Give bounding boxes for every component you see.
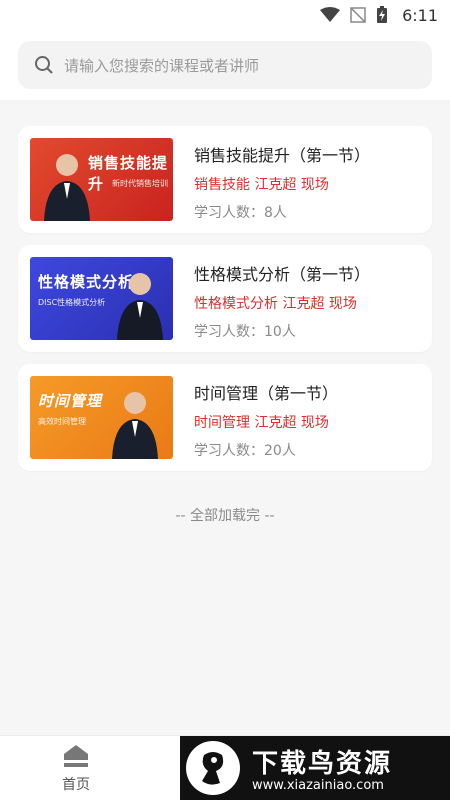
battery-charging-icon — [377, 6, 388, 23]
course-list: 销售技能提升 新时代销售培训 销售技能提升（第一节） 销售技能 江克超 现场 学… — [18, 126, 432, 483]
course-tags: 时间管理 江克超 现场 — [194, 415, 329, 431]
search-input[interactable]: 请输入您搜索的课程或者讲师 — [64, 55, 259, 76]
tab-home-label: 首页 — [62, 777, 90, 793]
instructor-image — [112, 392, 158, 459]
learner-count: 学习人数：10人 — [194, 324, 296, 340]
course-thumbnail: 性格模式分析 DISC性格模式分析 — [30, 257, 173, 340]
course-thumbnail: 时间管理 高效时间管理 — [30, 376, 173, 459]
course-tags: 销售技能 江克超 现场 — [194, 177, 329, 193]
header: 请输入您搜索的课程或者讲师 — [0, 30, 450, 100]
instructor-image — [44, 154, 90, 221]
thumbnail-title: 时间管理 — [38, 392, 103, 410]
learner-count: 学习人数：20人 — [194, 443, 296, 459]
no-signal-icon — [350, 7, 366, 23]
watermark-logo — [186, 741, 240, 795]
wifi-icon — [320, 7, 341, 22]
thumbnail-subtitle: 新时代销售培训 — [112, 179, 168, 188]
load-complete-message: -- 全部加载完 -- — [175, 508, 275, 524]
status-bar: 6:11 — [0, 0, 450, 30]
course-card[interactable]: 销售技能提升 新时代销售培训 销售技能提升（第一节） 销售技能 江克超 现场 学… — [18, 126, 432, 233]
thumbnail-subtitle: DISC性格模式分析 — [38, 298, 106, 307]
search-icon — [35, 56, 53, 74]
course-thumbnail: 销售技能提升 新时代销售培训 — [30, 138, 173, 221]
thumbnail-subtitle: 高效时间管理 — [38, 417, 86, 426]
course-title: 性格模式分析（第一节） — [194, 265, 371, 284]
tab-home[interactable]: 首页 — [46, 744, 106, 794]
search-bar[interactable]: 请输入您搜索的课程或者讲师 — [18, 41, 432, 89]
course-tags: 性格模式分析 江克超 现场 — [194, 296, 357, 312]
watermark-url: www.xiazainiao.com — [252, 778, 384, 793]
course-card[interactable]: 时间管理 高效时间管理 时间管理（第一节） 时间管理 江克超 现场 学习人数：2… — [18, 364, 432, 471]
course-title: 时间管理（第一节） — [194, 384, 339, 403]
watermark-title: 下载鸟资源 — [252, 749, 393, 779]
watermark-banner: 下载鸟资源 www.xiazainiao.com — [180, 736, 450, 800]
course-title: 销售技能提升（第一节） — [194, 146, 371, 165]
clock: 6:11 — [402, 5, 438, 25]
course-card[interactable]: 性格模式分析 DISC性格模式分析 性格模式分析（第一节） 性格模式分析 江克超… — [18, 245, 432, 352]
bottom-tab-bar: 首页 下载鸟资源 www.xiazainiao.com — [0, 735, 450, 800]
learner-count: 学习人数：8人 — [194, 205, 287, 221]
home-icon — [64, 745, 88, 767]
instructor-image — [117, 273, 163, 340]
